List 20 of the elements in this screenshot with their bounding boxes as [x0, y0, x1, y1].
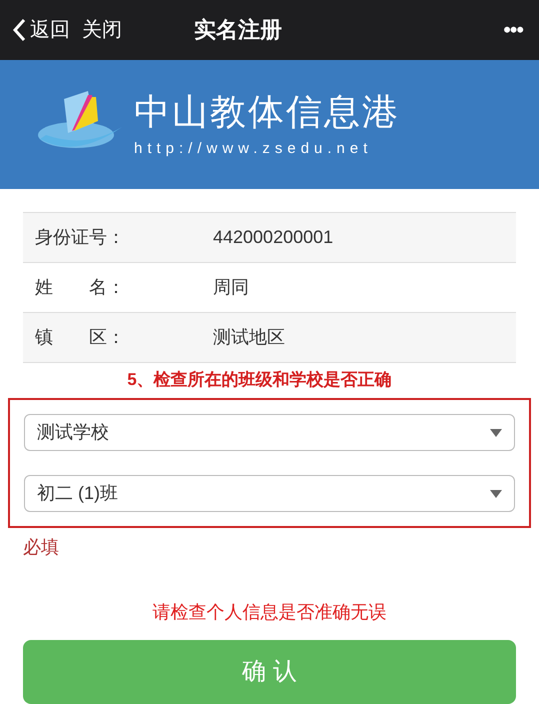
field-value: 442000200001 — [213, 226, 334, 249]
check-message: 请检查个人信息是否准确无误 — [152, 601, 386, 624]
dropdown-arrow-icon — [490, 428, 502, 437]
annotation-text: 5、检查所在的班级和学校是否正确 — [127, 368, 392, 391]
back-button[interactable]: 返回 — [12, 14, 70, 45]
dropdown-select[interactable]: 初二 (1)班 — [24, 475, 515, 512]
site-url: http://www.zsedu.net — [134, 138, 374, 158]
field-value: 测试地区 — [213, 326, 285, 349]
window-title: 实名注册 — [194, 16, 282, 44]
site-title: 中山教体信息港 — [134, 90, 400, 134]
field-label: 镇 区： — [35, 326, 126, 349]
dropdown-arrow-icon — [490, 490, 502, 498]
chevron-left-icon — [12, 18, 26, 42]
dropdown-select[interactable]: 测试学校 — [24, 414, 515, 452]
field-value: 周同 — [213, 276, 249, 299]
field-label: 姓 名： — [35, 276, 126, 299]
more-button[interactable]: ••• — [503, 13, 527, 46]
required-note: 必填 — [23, 536, 59, 560]
close-button[interactable]: 关闭 — [82, 14, 122, 45]
field-label: 身份证号： — [35, 226, 126, 249]
